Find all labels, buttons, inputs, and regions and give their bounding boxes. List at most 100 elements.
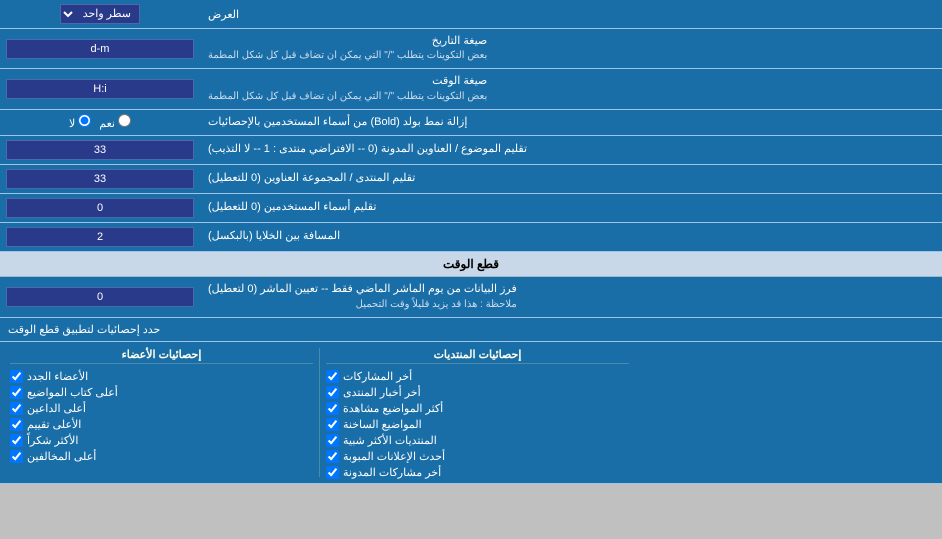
forum-trim-text: تقليم المنتدى / المجموعة العناوين (0 للت… — [208, 171, 415, 186]
cb-top-rated-label: الأعلى تقييم — [27, 418, 81, 431]
date-format-label: صيغة التاريخ بعض التكوينات يتطلب "/" الت… — [200, 29, 942, 68]
date-format-sublabel: بعض التكوينات يتطلب "/" التي يمكن ان تضا… — [208, 49, 487, 63]
cb-forum-news-input[interactable] — [326, 386, 339, 399]
remove-bold-radio-group: نعم لا — [69, 114, 131, 130]
cb-blog-posts-label: أخر مشاركات المدونة — [343, 466, 441, 479]
topics-trim-label: تقليم الموضوع / العناوين المدونة (0 -- ا… — [200, 136, 942, 164]
cb-most-viewed-label: أكثر المواضيع مشاهدة — [343, 402, 443, 415]
time-section-title: قطع الوقت — [443, 257, 499, 271]
cb-hot-topics-label: المواضيع الساخنة — [343, 418, 422, 431]
cb-new-members: الأعضاء الجدد — [10, 370, 313, 383]
radio-no[interactable] — [78, 114, 91, 127]
cb-top-violators-label: أعلى المخالفين — [27, 450, 96, 463]
cb-top-violators: أعلى المخالفين — [10, 450, 313, 463]
cb-top-rated-input[interactable] — [10, 418, 23, 431]
cb-last-posts: أخر المشاركات — [326, 370, 629, 383]
users-trim-input-area — [0, 194, 200, 222]
topics-trim-row: تقليم الموضوع / العناوين المدونة (0 -- ا… — [0, 136, 942, 165]
cb-classifieds-label: أحدث الإعلانات المبوبة — [343, 450, 445, 463]
cb-similar-forums-input[interactable] — [326, 434, 339, 447]
cb-most-thanked-input[interactable] — [10, 434, 23, 447]
forum-trim-row: تقليم المنتدى / المجموعة العناوين (0 للت… — [0, 165, 942, 194]
forum-trim-label: تقليم المنتدى / المجموعة العناوين (0 للت… — [200, 165, 942, 193]
cb-new-members-label: الأعضاء الجدد — [27, 370, 88, 383]
forum-stats-header: إحصائيات المنتديات — [326, 346, 629, 364]
cb-most-viewed: أكثر المواضيع مشاهدة — [326, 402, 629, 415]
time-format-sublabel: بعض التكوينات يتطلب "/" التي يمكن ان تضا… — [208, 90, 487, 104]
time-format-input[interactable] — [6, 79, 194, 99]
cb-forum-news: أخر أخبار المنتدى — [326, 386, 629, 399]
cb-most-thanked-label: الأكثر شكراً — [27, 434, 78, 447]
users-trim-input[interactable] — [6, 198, 194, 218]
date-format-row: صيغة التاريخ بعض التكوينات يتطلب "/" الت… — [0, 29, 942, 69]
cb-top-inviters-input[interactable] — [10, 402, 23, 415]
time-section-header: قطع الوقت — [0, 252, 942, 277]
radio-yes[interactable] — [118, 114, 131, 127]
time-cut-title: فرز البيانات من يوم الماشر الماضي فقط --… — [208, 282, 517, 297]
cb-top-inviters-label: أعلى الداعين — [27, 402, 86, 415]
remove-bold-row: إزالة نمط بولد (Bold) من أسماء المستخدمي… — [0, 110, 942, 136]
time-cut-row: فرز البيانات من يوم الماشر الماضي فقط --… — [0, 277, 942, 317]
main-container: العرض سطر واحد سطرين ثلاثة أسطر صيغة الت… — [0, 0, 942, 484]
cell-spacing-row: المسافة بين الخلايا (بالبكسل) — [0, 223, 942, 252]
cb-hot-topics: المواضيع الساخنة — [326, 418, 629, 431]
cb-last-posts-label: أخر المشاركات — [343, 370, 412, 383]
checkboxes-grid: إحصائيات المنتديات أخر المشاركات أخر أخب… — [0, 342, 942, 483]
stats-section-text: حدد إحصائيات لتطبيق قطع الوقت — [8, 323, 160, 336]
forum-stats-col: إحصائيات المنتديات أخر المشاركات أخر أخب… — [320, 346, 635, 479]
users-trim-label: تقليم أسماء المستخدمين (0 للتعطيل) — [200, 194, 942, 222]
cb-classifieds-input[interactable] — [326, 450, 339, 463]
top-row: العرض سطر واحد سطرين ثلاثة أسطر — [0, 0, 942, 29]
cb-last-posts-input[interactable] — [326, 370, 339, 383]
time-format-row: صيغة الوقت بعض التكوينات يتطلب "/" التي … — [0, 69, 942, 109]
cb-top-violators-input[interactable] — [10, 450, 23, 463]
time-cut-label: فرز البيانات من يوم الماشر الماضي فقط --… — [200, 277, 942, 316]
time-cut-input-area — [0, 277, 200, 316]
col-divider — [319, 348, 320, 477]
cb-blog-posts: أخر مشاركات المدونة — [326, 466, 629, 479]
top-label-text: العرض — [208, 8, 239, 21]
stats-section: حدد إحصائيات لتطبيق قطع الوقت إحصائيات ا… — [0, 318, 942, 484]
users-trim-text: تقليم أسماء المستخدمين (0 للتعطيل) — [208, 200, 376, 215]
cb-most-thanked: الأكثر شكراً — [10, 434, 313, 447]
cb-blog-posts-input[interactable] — [326, 466, 339, 479]
cb-top-rated: الأعلى تقييم — [10, 418, 313, 431]
stats-section-label: حدد إحصائيات لتطبيق قطع الوقت — [0, 318, 942, 341]
users-trim-row: تقليم أسماء المستخدمين (0 للتعطيل) — [0, 194, 942, 223]
cb-hot-topics-input[interactable] — [326, 418, 339, 431]
time-format-input-area — [0, 69, 200, 108]
cb-most-viewed-input[interactable] — [326, 402, 339, 415]
topics-trim-input-area — [0, 136, 200, 164]
remove-bold-label: إزالة نمط بولد (Bold) من أسماء المستخدمي… — [200, 110, 942, 135]
cb-top-posters-label: أعلى كتاب المواضيع — [27, 386, 118, 399]
time-cut-input[interactable] — [6, 287, 194, 307]
radio-no-label: لا — [69, 114, 91, 130]
time-format-label: صيغة الوقت بعض التكوينات يتطلب "/" التي … — [200, 69, 942, 108]
remove-bold-text: إزالة نمط بولد (Bold) من أسماء المستخدمي… — [208, 115, 467, 130]
stats-placeholder — [635, 346, 938, 479]
date-format-input-area — [0, 29, 200, 68]
forum-trim-input-area — [0, 165, 200, 193]
forum-trim-input[interactable] — [6, 169, 194, 189]
cb-forum-news-label: أخر أخبار المنتدى — [343, 386, 421, 399]
cb-top-posters: أعلى كتاب المواضيع — [10, 386, 313, 399]
cell-spacing-label: المسافة بين الخلايا (بالبكسل) — [200, 223, 942, 251]
date-format-title: صيغة التاريخ — [208, 34, 487, 49]
members-stats-col: إحصائيات الأعضاء الأعضاء الجدد أعلى كتاب… — [4, 346, 319, 479]
cb-top-posters-input[interactable] — [10, 386, 23, 399]
radio-yes-label: نعم — [99, 114, 131, 130]
cb-top-inviters: أعلى الداعين — [10, 402, 313, 415]
cb-similar-forums-label: المنتديات الأكثر شبية — [343, 434, 437, 447]
time-format-title: صيغة الوقت — [208, 74, 487, 89]
display-select[interactable]: سطر واحد سطرين ثلاثة أسطر — [60, 4, 140, 24]
remove-bold-input-area: نعم لا — [0, 110, 200, 135]
top-label: العرض — [200, 0, 942, 28]
topics-trim-text: تقليم الموضوع / العناوين المدونة (0 -- ا… — [208, 142, 527, 157]
date-format-input[interactable] — [6, 39, 194, 59]
topics-trim-input[interactable] — [6, 140, 194, 160]
cb-new-members-input[interactable] — [10, 370, 23, 383]
cell-spacing-input-area — [0, 223, 200, 251]
cell-spacing-input[interactable] — [6, 227, 194, 247]
cb-similar-forums: المنتديات الأكثر شبية — [326, 434, 629, 447]
top-select-area: سطر واحد سطرين ثلاثة أسطر — [0, 0, 200, 28]
